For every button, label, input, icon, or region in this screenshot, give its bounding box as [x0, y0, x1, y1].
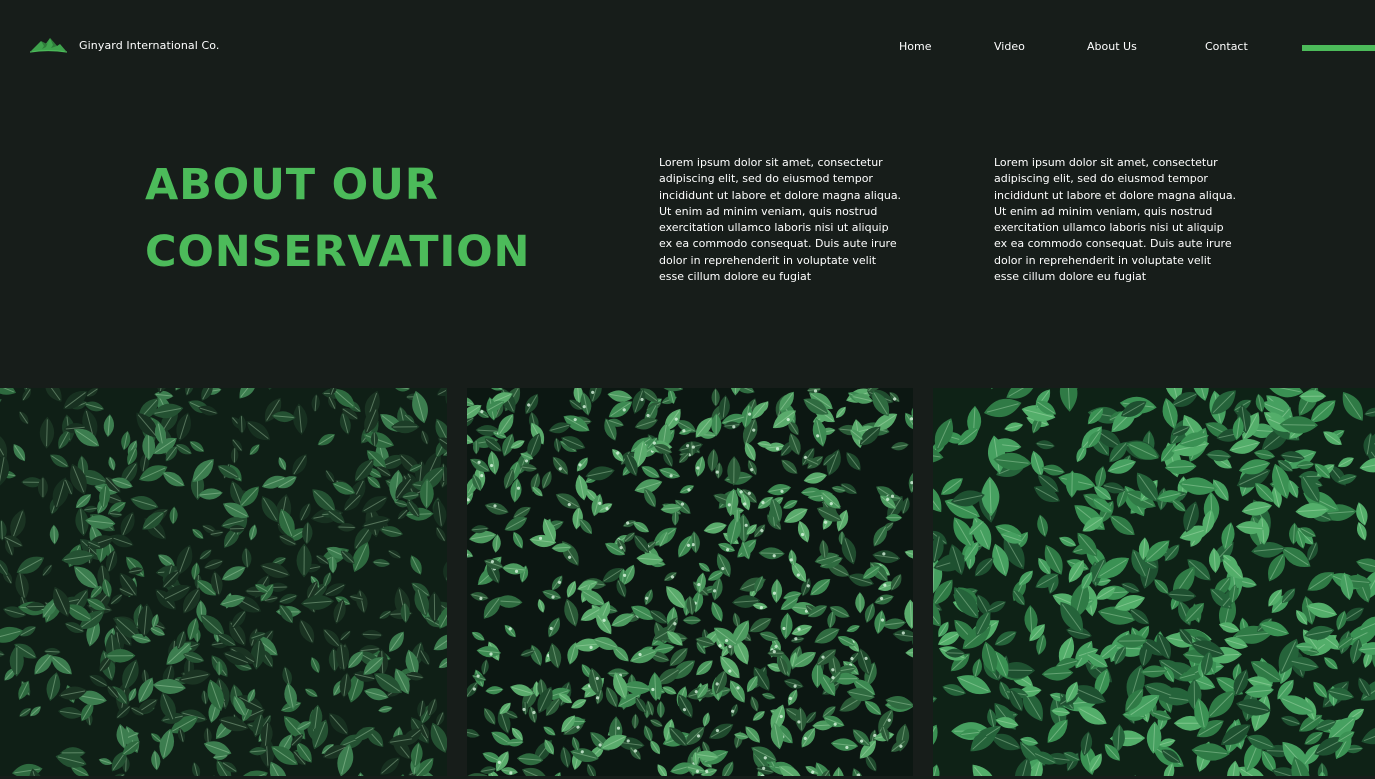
- intro-paragraph-1: Lorem ipsum dolor sit amet, consectetur …: [659, 156, 902, 284]
- intro-paragraph-2: Lorem ipsum dolor sit amet, consectetur …: [994, 156, 1237, 284]
- gallery-image-serrated-leaves: [933, 388, 1375, 776]
- nav-about-us-link[interactable]: About Us: [1087, 40, 1137, 53]
- nav-home-link[interactable]: Home: [899, 40, 931, 53]
- nav-contact-link[interactable]: Contact: [1205, 40, 1248, 53]
- photo-gallery: [0, 388, 1375, 776]
- brand-name: Ginyard International Co.: [79, 38, 220, 52]
- page-title: ABOUT OUR CONSERVATION: [145, 152, 530, 286]
- mountain-logo-icon: [30, 36, 67, 54]
- gallery-image-dark-leaves: [0, 388, 447, 776]
- nav-video-link[interactable]: Video: [994, 40, 1025, 53]
- site-header: Ginyard International Co. Home Video Abo…: [0, 0, 1375, 90]
- title-line-2: CONSERVATION: [145, 227, 531, 277]
- menu-toggle-bar[interactable]: [1302, 45, 1375, 51]
- title-line-1: ABOUT OUR: [145, 160, 439, 210]
- brand[interactable]: Ginyard International Co.: [30, 36, 220, 54]
- gallery-image-dewy-leaves: [467, 388, 913, 776]
- page: Ginyard International Co. Home Video Abo…: [0, 0, 1375, 779]
